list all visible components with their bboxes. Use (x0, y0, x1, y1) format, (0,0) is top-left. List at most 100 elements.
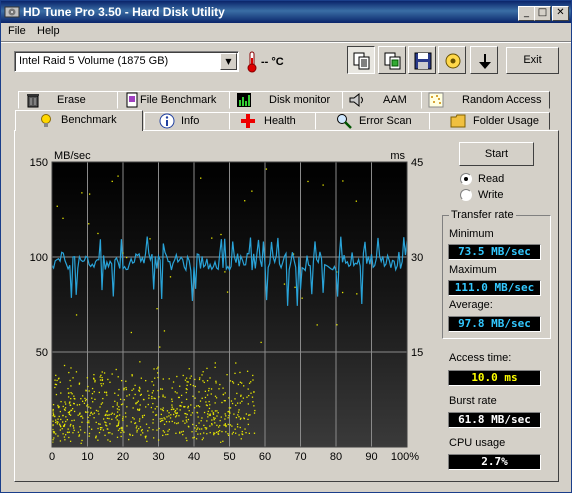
transfer-rate-label: Transfer rate (449, 209, 516, 221)
access-time-point (149, 238, 151, 240)
access-time-point (52, 412, 54, 414)
access-time-point (65, 416, 67, 418)
access-time-point (117, 376, 119, 378)
access-time-point (111, 180, 113, 183)
access-time-point (60, 418, 62, 421)
access-time-point (156, 308, 158, 310)
start-button[interactable]: Start (459, 142, 534, 166)
access-time-point (240, 438, 242, 440)
access-time-point (237, 414, 239, 416)
access-time-point (134, 393, 136, 396)
access-time-point (250, 381, 252, 383)
access-time-point (130, 331, 132, 334)
access-time-point (63, 425, 65, 428)
access-time-point (228, 397, 230, 399)
access-time-point (126, 425, 128, 427)
average-label: Average: (449, 299, 493, 311)
x-tick-label: 100% (391, 451, 419, 463)
y-left-tick-label: 100 (30, 252, 48, 264)
x-tick-label: 30 (152, 451, 164, 463)
access-time-point (93, 391, 95, 393)
access-time-point (116, 436, 119, 438)
access-time-point (181, 401, 183, 404)
access-time-point (110, 413, 112, 416)
access-time-point (117, 424, 119, 427)
access-time-point (218, 430, 221, 432)
access-time-point (186, 381, 188, 383)
access-time-point (194, 397, 196, 399)
access-time-point (212, 412, 214, 414)
access-time-point (137, 409, 139, 411)
access-time-point (129, 433, 131, 435)
cpu-usage-value: 2.7% (448, 454, 541, 470)
x-tick-label: 10 (81, 451, 93, 463)
access-time-point (182, 420, 184, 422)
access-time-point (163, 417, 165, 419)
access-time-point (93, 417, 95, 419)
access-time-point (113, 413, 115, 415)
access-time-point (162, 419, 164, 422)
access-time-point (236, 426, 239, 428)
access-time-point (225, 431, 227, 433)
access-time-point (191, 412, 194, 414)
access-time-point (151, 395, 153, 398)
access-time-point (194, 427, 196, 429)
access-time-point (195, 438, 198, 440)
access-time-point (167, 430, 169, 432)
access-time-point (120, 431, 122, 434)
access-time-point (123, 389, 125, 391)
access-time-point (153, 397, 155, 399)
access-time-point (238, 416, 240, 418)
access-time-point (107, 432, 110, 434)
access-time-point (68, 392, 70, 394)
access-time-point (188, 368, 190, 370)
access-time-point (69, 379, 71, 382)
x-tick-label: 80 (330, 451, 342, 463)
access-time-point (248, 382, 251, 384)
access-time-value: 10.0 ms (448, 370, 541, 386)
access-time-point (250, 392, 252, 394)
access-time-point (180, 431, 183, 433)
x-tick-label: 0 (49, 451, 55, 463)
access-time-point (106, 410, 109, 412)
access-time-point (252, 379, 254, 381)
access-time-point (224, 413, 226, 415)
access-time-point (207, 413, 209, 415)
read-radio-label: Read (478, 173, 505, 185)
y-right-tick-label: 45 (411, 157, 423, 169)
access-time-point (231, 402, 234, 405)
access-time-point (238, 434, 240, 436)
access-time-point (190, 414, 192, 416)
access-time-point (235, 416, 238, 419)
access-time-point (187, 381, 189, 383)
access-time-point (198, 406, 201, 408)
access-time-point (92, 413, 94, 415)
access-time-point (132, 388, 135, 390)
access-time-point (179, 431, 181, 433)
tab-benchmark[interactable]: Benchmark (15, 110, 143, 131)
access-time-point (202, 371, 204, 373)
access-time-point (136, 429, 138, 431)
access-time-point (226, 291, 229, 293)
access-time-point (86, 404, 89, 406)
access-time-point (168, 421, 171, 423)
access-time-point (108, 414, 110, 416)
write-radio[interactable] (460, 189, 472, 201)
access-time-point (140, 393, 143, 396)
access-time-point (65, 420, 67, 423)
lightbulb-icon (41, 114, 51, 127)
access-time-point (126, 395, 128, 397)
access-time-point (227, 434, 230, 437)
access-time-point (80, 442, 82, 444)
access-time-point (100, 374, 102, 377)
access-time-point (69, 401, 71, 403)
access-time-point (147, 390, 149, 392)
access-time-point (248, 432, 251, 435)
access-time-point (307, 180, 309, 183)
read-radio[interactable] (460, 173, 472, 185)
access-time-point (184, 422, 186, 424)
access-time-point (227, 417, 229, 419)
access-time-point (204, 426, 206, 429)
access-time-point (111, 373, 113, 375)
access-time-point (55, 393, 58, 396)
